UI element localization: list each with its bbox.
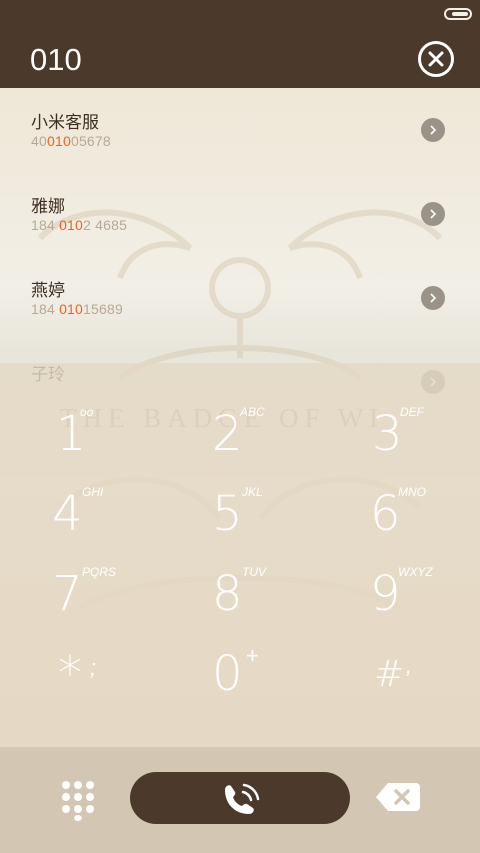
battery-icon — [444, 8, 472, 20]
dial-input-header: 010 — [0, 28, 480, 88]
dialpad-grid-icon[interactable] — [62, 781, 96, 821]
chevron-right-icon[interactable] — [421, 286, 445, 310]
key-hash[interactable]: # , — [320, 628, 480, 708]
key-star[interactable]: * ; — [0, 628, 160, 708]
contact-name: 雅娜 — [31, 197, 65, 217]
key-6[interactable]: 6 MNO — [320, 468, 480, 548]
close-icon — [428, 51, 444, 67]
backspace-button[interactable] — [376, 783, 420, 811]
dial-input[interactable]: 010 — [30, 42, 82, 78]
status-bar — [0, 0, 480, 28]
key-3[interactable]: 3 DEF — [320, 388, 480, 468]
call-button[interactable] — [130, 772, 350, 824]
bottom-action-bar — [0, 747, 480, 853]
key-4[interactable]: 4 GHI — [0, 468, 160, 548]
contact-number: 184 0102 4685 — [31, 217, 128, 233]
chevron-right-icon[interactable] — [421, 202, 445, 226]
list-item[interactable]: 小米客服 4001005678 — [0, 88, 480, 172]
key-0[interactable]: 0 + — [160, 628, 320, 708]
contact-name: 小米客服 — [31, 113, 99, 133]
list-item[interactable]: 燕婷 184 01015689 — [0, 256, 480, 340]
contact-number: 4001005678 — [31, 133, 111, 149]
key-8[interactable]: 8 TUV — [160, 548, 320, 628]
contact-name: 燕婷 — [31, 281, 65, 301]
key-9[interactable]: 9 WXYZ — [320, 548, 480, 628]
key-7[interactable]: 7 PQRS — [0, 548, 160, 628]
backspace-icon — [376, 783, 420, 811]
key-1[interactable]: 1 oo — [0, 388, 160, 468]
contact-number: 184 01015689 — [31, 301, 123, 317]
chevron-right-icon[interactable] — [421, 118, 445, 142]
dialpad: THE BADGE OF WI 1 oo 2 ABC 3 DEF 4 GHI 5… — [0, 363, 480, 747]
clear-button[interactable] — [418, 41, 454, 77]
key-2[interactable]: 2 ABC — [160, 388, 320, 468]
list-item[interactable]: 雅娜 184 0102 4685 — [0, 172, 480, 256]
phone-call-icon — [225, 783, 260, 814]
key-5[interactable]: 5 JKL — [160, 468, 320, 548]
